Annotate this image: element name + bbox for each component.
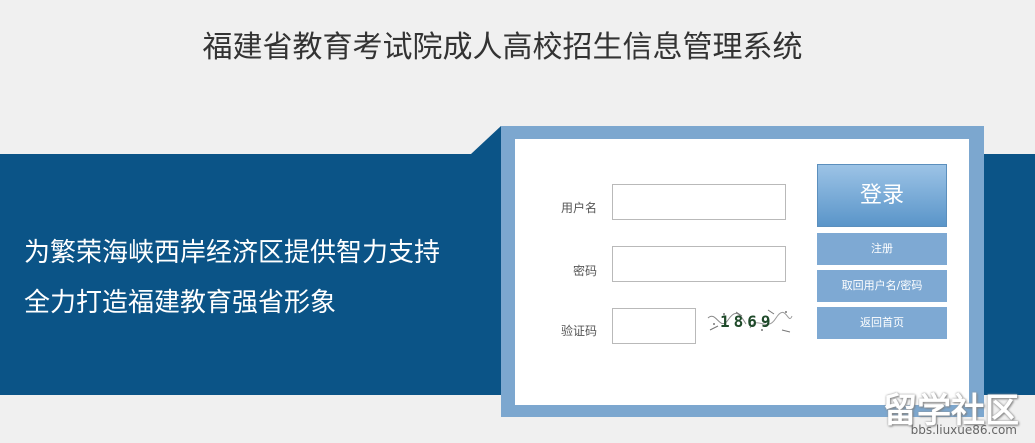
- password-input[interactable]: [612, 246, 786, 282]
- captcha-input[interactable]: [612, 308, 696, 344]
- watermark: 留学社区 bbs.liuxue86.com: [853, 383, 1023, 437]
- captcha-image[interactable]: 1869: [706, 306, 794, 336]
- banner-slant: [471, 126, 501, 154]
- register-button[interactable]: 注册: [817, 233, 947, 265]
- page-title: 福建省教育考试院成人高校招生信息管理系统: [202, 30, 803, 65]
- watermark-url: bbs.liuxue86.com: [910, 423, 1017, 437]
- back-home-button[interactable]: 返回首页: [817, 307, 947, 339]
- username-label: 用户名: [560, 201, 597, 215]
- login-button[interactable]: 登录: [817, 164, 947, 227]
- captcha-label: 验证码: [560, 324, 597, 338]
- captcha-text: 1869: [720, 312, 775, 331]
- slogan-line-1: 为繁荣海峡西岸经济区提供智力支持: [24, 238, 441, 268]
- slogan-line-2: 全力打造福建教育强省形象: [24, 288, 337, 318]
- password-label: 密码: [572, 264, 597, 278]
- retrieve-credentials-button[interactable]: 取回用户名/密码: [817, 270, 947, 302]
- username-input[interactable]: [612, 184, 786, 220]
